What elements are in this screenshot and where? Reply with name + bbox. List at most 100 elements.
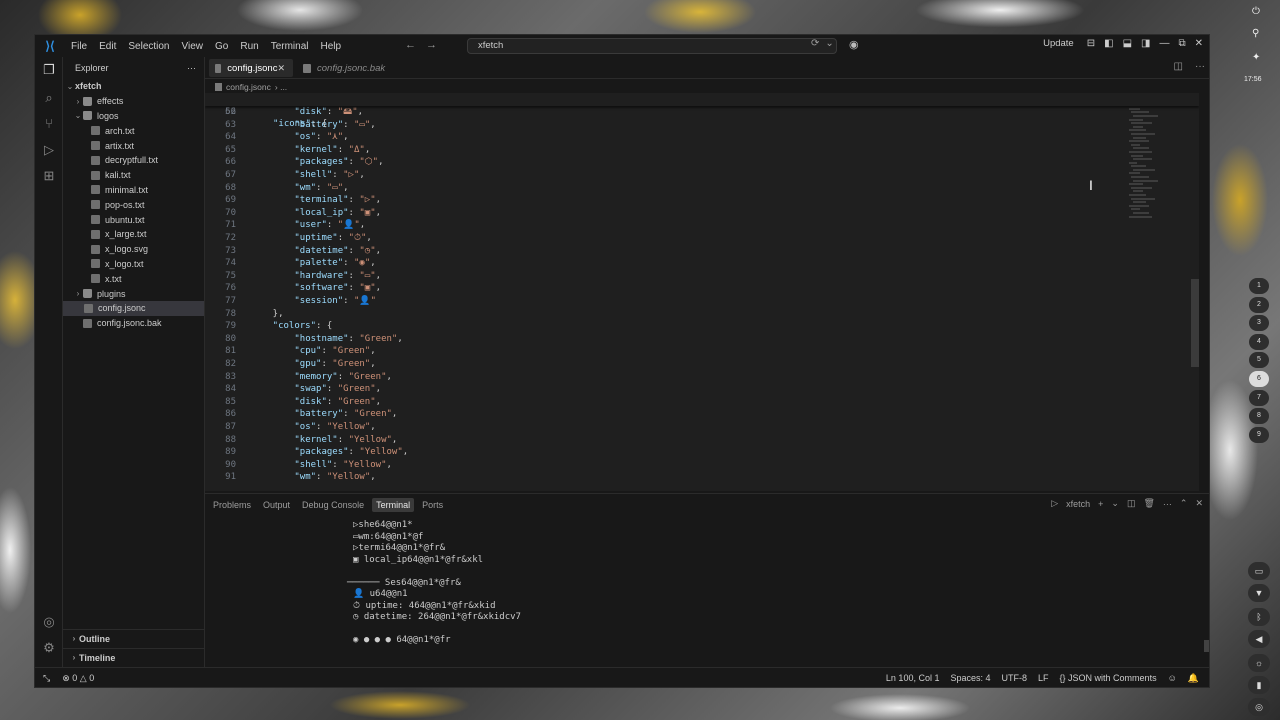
- tree-item[interactable]: x_logo.svg: [63, 242, 204, 257]
- workspace-3[interactable]: 3: [1249, 315, 1269, 332]
- tree-root[interactable]: ⌄ xfetch: [63, 79, 204, 94]
- timeline-section[interactable]: › Timeline: [63, 648, 204, 666]
- forward-arrow-icon[interactable]: →: [426, 39, 437, 51]
- language-mode[interactable]: {} JSON with Comments: [1060, 673, 1157, 684]
- copilot-chat-icon[interactable]: ⟳: [811, 38, 819, 49]
- menu-item-terminal[interactable]: Terminal: [265, 41, 315, 52]
- breadcrumb-rest[interactable]: › ...: [275, 82, 287, 92]
- more-actions-icon[interactable]: ···: [187, 63, 196, 73]
- tab-config-jsonc-bak[interactable]: config.jsonc.bak: [297, 59, 393, 77]
- panel-tab-ports[interactable]: Ports: [418, 498, 447, 512]
- panel-tab-debug-console[interactable]: Debug Console: [298, 498, 368, 512]
- workspace-8[interactable]: 8: [1249, 408, 1269, 425]
- terminal-name[interactable]: xfetch: [1066, 499, 1090, 509]
- wifi-icon[interactable]: ▼: [1248, 584, 1270, 602]
- monitor-icon[interactable]: ▭: [1248, 562, 1270, 580]
- panel-tab-problems[interactable]: Problems: [209, 498, 255, 512]
- maximize-panel-icon[interactable]: ⌃: [1180, 498, 1188, 509]
- close-tab-icon[interactable]: ✕: [277, 63, 285, 74]
- sticky-scroll-header[interactable]: 56 "icons": {: [205, 93, 1199, 129]
- end-of-line[interactable]: LF: [1038, 673, 1049, 684]
- gear-icon[interactable]: ⚙: [40, 639, 58, 657]
- command-center[interactable]: xfetch: [467, 38, 837, 54]
- settings-icon[interactable]: ✦: [1252, 52, 1260, 63]
- panel-tab-terminal[interactable]: Terminal: [372, 498, 415, 512]
- cursor-position[interactable]: Ln 100, Col 1: [886, 673, 940, 684]
- encoding[interactable]: UTF-8: [1002, 673, 1028, 684]
- tree-item[interactable]: decryptfull.txt: [63, 153, 204, 168]
- minimize-icon[interactable]: —: [1159, 38, 1169, 49]
- source-control-icon[interactable]: ⑂: [40, 115, 58, 133]
- run-debug-icon[interactable]: ▷: [40, 141, 58, 159]
- tree-item[interactable]: pop-os.txt: [63, 197, 204, 212]
- toggle-secondary-sidebar-icon[interactable]: ◨: [1141, 38, 1150, 49]
- maximize-icon[interactable]: ⧉: [1178, 38, 1185, 49]
- menu-item-selection[interactable]: Selection: [122, 41, 175, 52]
- menu-icon[interactable]: ◎: [1248, 698, 1270, 716]
- more-actions-icon[interactable]: ···: [1163, 499, 1172, 509]
- workspace-4[interactable]: 4: [1249, 333, 1269, 350]
- tree-item[interactable]: x.txt: [63, 271, 204, 286]
- close-panel-icon[interactable]: ✕: [1195, 498, 1203, 509]
- split-editor-icon[interactable]: ◫: [1174, 61, 1183, 72]
- chevron-down-icon[interactable]: ⌄: [1111, 498, 1119, 509]
- account-icon[interactable]: ◎: [40, 613, 58, 631]
- tree-item[interactable]: › effects: [63, 94, 204, 109]
- more-actions-icon[interactable]: ···: [1195, 61, 1205, 72]
- explorer-icon[interactable]: ❐: [40, 61, 58, 79]
- extensions-icon[interactable]: ⊞: [40, 167, 58, 185]
- update-button[interactable]: Update: [1043, 38, 1074, 49]
- editor-scrollbar[interactable]: [1191, 93, 1199, 491]
- toggle-sidebar-icon[interactable]: ◧: [1104, 38, 1113, 49]
- breadcrumb-file[interactable]: config.jsonc: [226, 82, 271, 92]
- editor-scroll-thumb[interactable]: [1191, 279, 1199, 367]
- terminal-scroll-thumb[interactable]: [1204, 640, 1209, 652]
- terminal-scrollbar[interactable]: [1204, 514, 1209, 664]
- tree-item[interactable]: ⌄ logos: [63, 109, 204, 124]
- code-editor[interactable]: 56 "icons": { 62 "disk": "🖴", 63 "battery":…: [205, 93, 1199, 491]
- indentation[interactable]: Spaces: 4: [950, 673, 990, 684]
- tree-item[interactable]: config.jsonc.bak: [63, 316, 204, 331]
- menu-item-view[interactable]: View: [176, 41, 210, 52]
- chevron-down-icon[interactable]: ⌄: [825, 38, 833, 49]
- battery-icon[interactable]: ▮: [1248, 676, 1270, 694]
- menu-item-run[interactable]: Run: [234, 41, 264, 52]
- tree-item[interactable]: x_logo.txt: [63, 257, 204, 272]
- volume-icon[interactable]: ◀: [1248, 630, 1270, 648]
- tree-item[interactable]: minimal.txt: [63, 183, 204, 198]
- tree-item[interactable]: › plugins: [63, 286, 204, 301]
- workspace-2[interactable]: 2: [1249, 296, 1269, 313]
- bluetooth-icon[interactable]: ᛒ: [1248, 608, 1270, 626]
- outline-section[interactable]: › Outline: [63, 629, 204, 647]
- workspace-7[interactable]: 7: [1249, 389, 1269, 406]
- brightness-icon[interactable]: ☼: [1248, 654, 1270, 672]
- menu-item-help[interactable]: Help: [315, 41, 348, 52]
- menu-item-file[interactable]: File: [65, 41, 93, 52]
- minimap[interactable]: [1129, 97, 1159, 227]
- remote-icon[interactable]: ⤡: [43, 673, 50, 684]
- power-icon[interactable]: ⏻: [1252, 6, 1260, 17]
- menu-item-edit[interactable]: Edit: [93, 41, 122, 52]
- tree-item[interactable]: x_large.txt: [63, 227, 204, 242]
- search-icon[interactable]: ⌕: [40, 89, 58, 107]
- workspace-5[interactable]: 5: [1249, 352, 1269, 369]
- tab-config-jsonc[interactable]: config.jsonc ✕: [209, 59, 293, 77]
- new-terminal-icon[interactable]: +: [1098, 499, 1103, 509]
- notifications-icon[interactable]: 🔔: [1188, 673, 1199, 684]
- back-arrow-icon[interactable]: ←: [405, 39, 416, 51]
- trash-icon[interactable]: 🗑: [1143, 498, 1154, 509]
- toggle-panel-icon[interactable]: ⬓: [1123, 38, 1132, 49]
- tree-item[interactable]: kali.txt: [63, 168, 204, 183]
- accounts-icon[interactable]: ◉: [849, 38, 859, 51]
- tree-item[interactable]: ubuntu.txt: [63, 212, 204, 227]
- workspace-9[interactable]: 9: [1249, 426, 1269, 443]
- tree-item[interactable]: config.jsonc: [63, 300, 204, 316]
- layout-customize-icon[interactable]: ⊟: [1087, 38, 1095, 49]
- split-terminal-icon[interactable]: ◫: [1127, 498, 1136, 509]
- menu-item-go[interactable]: Go: [209, 41, 234, 52]
- workspace-6[interactable]: 6: [1249, 371, 1269, 387]
- panel-tab-output[interactable]: Output: [259, 498, 294, 512]
- close-icon[interactable]: ✕: [1195, 38, 1203, 49]
- pin-icon[interactable]: ⚲: [1252, 28, 1259, 39]
- problems-status[interactable]: ⊗ 0 △ 0: [62, 673, 94, 684]
